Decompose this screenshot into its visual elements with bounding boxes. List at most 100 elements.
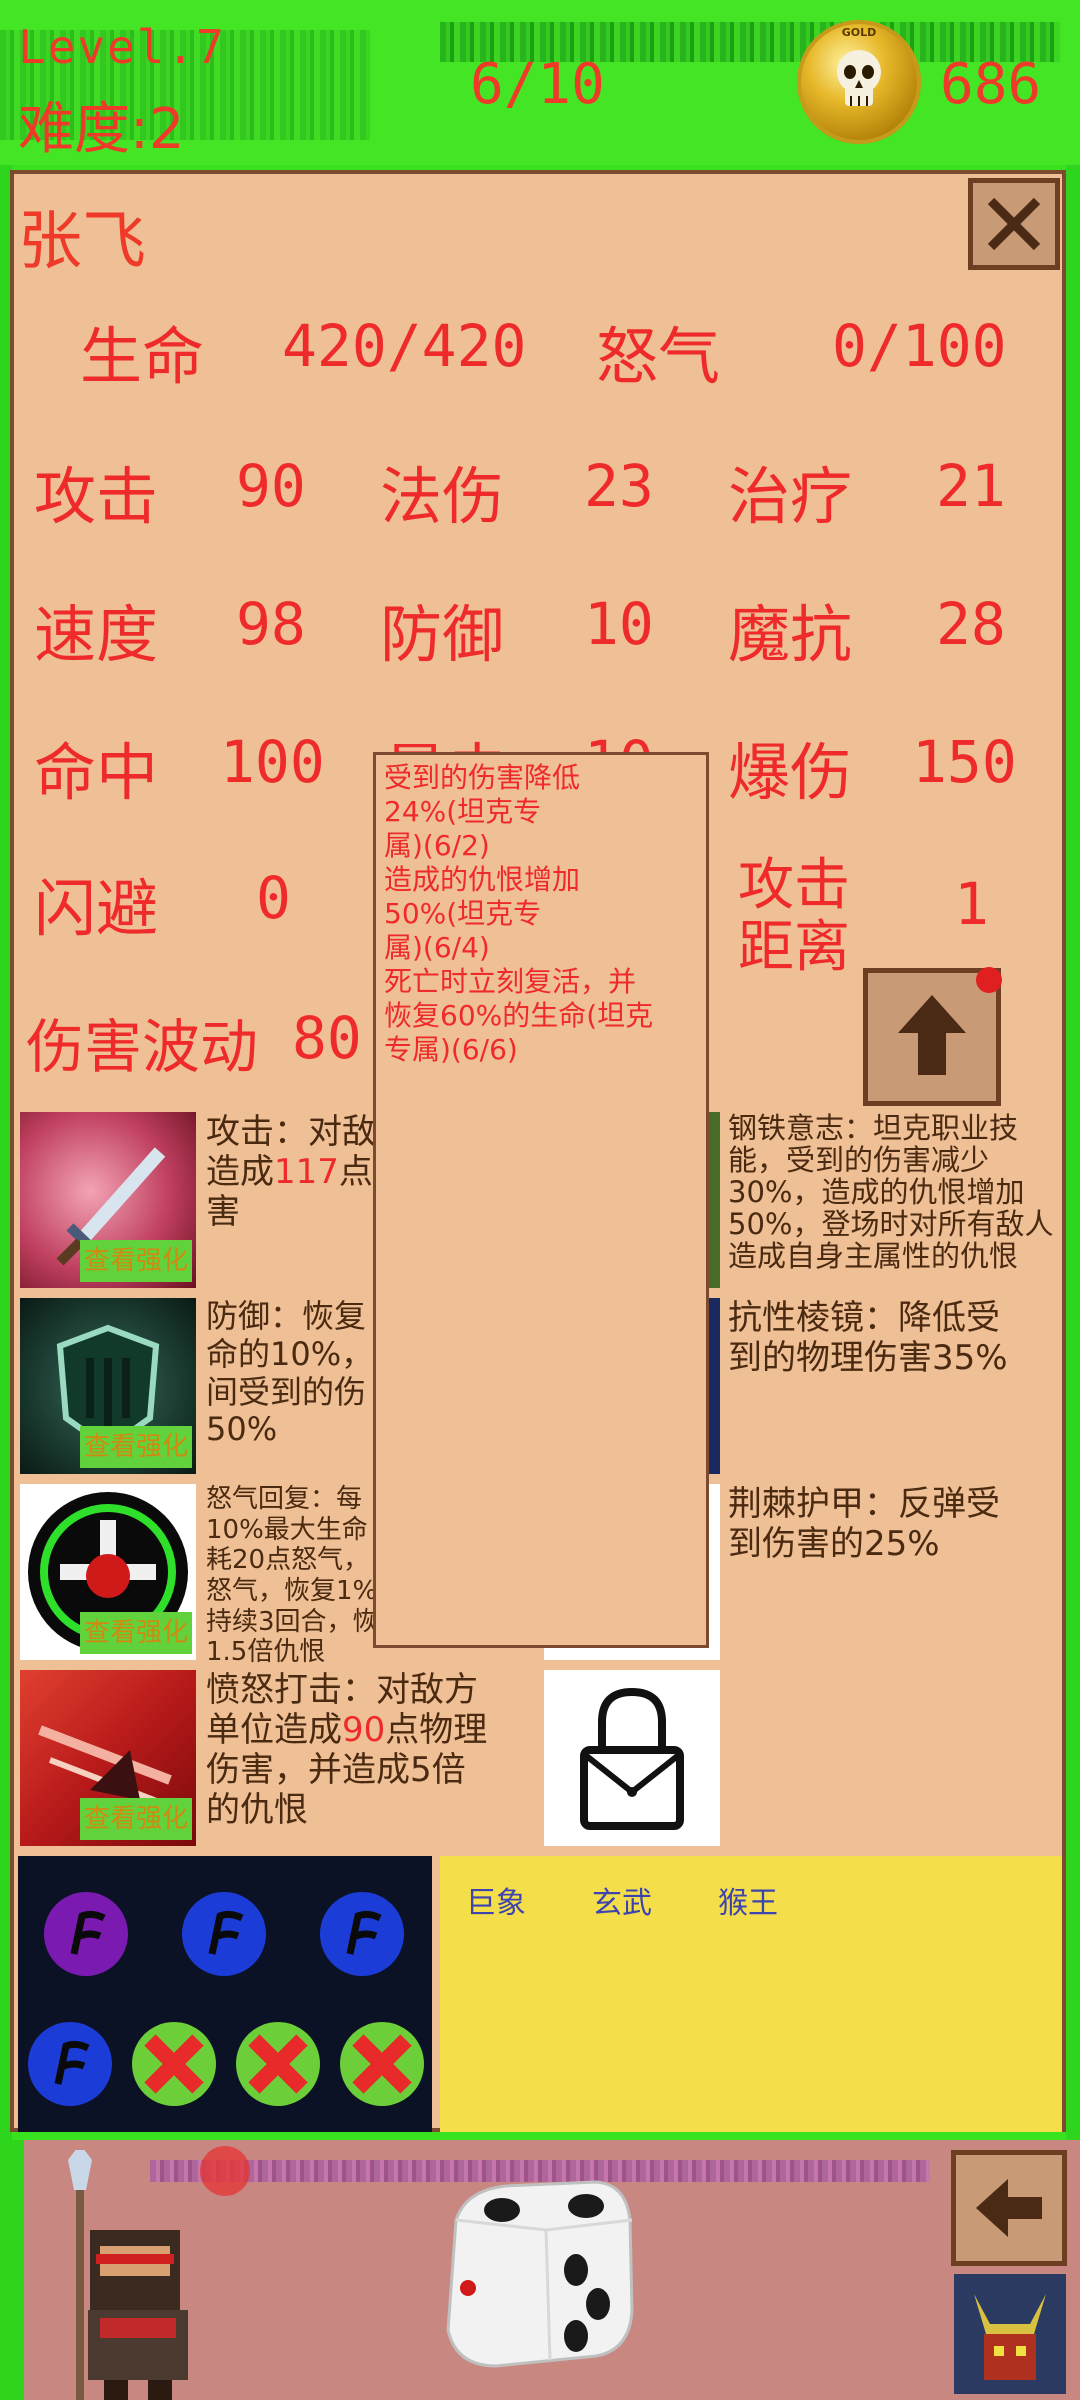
skill-rage-tile[interactable]: 查看强化: [20, 1484, 196, 1660]
hero-sprite[interactable]: [40, 2150, 210, 2400]
team-member-name[interactable]: 巨象: [466, 1878, 526, 1922]
passive-thorn-armor-desc: 荆棘护甲：反弹受 到伤害的25%: [728, 1484, 1000, 1564]
skill-text-line: 钢铁意志：坦克职业技: [728, 1111, 1019, 1145]
locked-skill-slot[interactable]: [544, 1670, 720, 1846]
heal-label: 治疗: [728, 460, 853, 533]
hit-label: 命中: [34, 736, 159, 809]
magic-label: 法伤: [380, 460, 505, 533]
dodge-value: 0: [256, 864, 291, 932]
team-bond-panel: 巨象 玄武 猴王: [440, 1856, 1062, 2132]
skill-text-line: 耗20点怒气，: [206, 1545, 370, 1576]
dice-button[interactable]: [426, 2160, 642, 2376]
rune-glyph-icon: [54, 2040, 90, 2085]
view-enhance-label: 查看强化: [80, 1240, 192, 1282]
tooltip-line: 24%(坦克专: [384, 795, 542, 828]
team-member-name[interactable]: 猴王: [718, 1878, 778, 1922]
skill-text-line: 伤害，并造成5倍: [206, 1750, 466, 1791]
arrow-up-icon: [898, 995, 966, 1075]
skull-icon: [837, 50, 881, 106]
hp-value: 420/420: [282, 312, 527, 380]
crit-damage-value: 150: [912, 728, 1017, 796]
skill-text-line: 造成自身主属性的仇恨: [728, 1239, 1019, 1273]
notification-dot: [976, 967, 1002, 993]
upgrade-button[interactable]: [863, 967, 1002, 1106]
tooltip-line: 造成的仇恨增加: [384, 863, 581, 896]
team-member-name[interactable]: 玄武: [592, 1878, 652, 1922]
skill-text-line: 10%最大生命: [206, 1514, 368, 1545]
view-enhance-label: 查看强化: [80, 1426, 192, 1468]
crit-damage-label: 爆伤: [728, 736, 853, 809]
skill-text-line: 害: [206, 1192, 240, 1233]
rune-slot-filled[interactable]: [44, 1892, 128, 1976]
skill-text-line: 防御：恢复: [206, 1297, 367, 1335]
skill-text-line: 持续3回合，恢: [206, 1606, 379, 1637]
stage-progress: 6/10: [470, 52, 605, 117]
rune-glyph-icon: [208, 1910, 244, 1955]
level-label: Level.7: [18, 20, 226, 74]
rune-slot-filled[interactable]: [182, 1892, 266, 1976]
skill-text-line: 造成117点: [206, 1152, 376, 1192]
damage-wave-value: 80: [292, 1004, 362, 1072]
skill-defense-desc: 防御：恢复 命的10%， 间受到的伤 50%: [206, 1297, 373, 1449]
skill-text-line: 能，受到的伤害减少: [728, 1143, 990, 1177]
skill-text-fragment: 造成: [206, 1152, 274, 1193]
skill-tooltip: 受到的伤害降低 24%(坦克专 属)(6/2) 造成的仇恨增加 50%(坦克专 …: [373, 752, 709, 1648]
rune-slot-filled[interactable]: [320, 1892, 404, 1976]
gold-coin-icon: GOLD: [797, 20, 921, 144]
skill-attack-desc: 攻击：对敌 造成117点 害: [206, 1112, 376, 1232]
skill-text-line: 怒气回复：每: [206, 1484, 363, 1514]
coin-text: GOLD: [841, 26, 877, 39]
rune-slot-filled[interactable]: [28, 2022, 112, 2106]
rune-slot-panel: [18, 1856, 432, 2132]
passive-iron-will-desc: 钢铁意志：坦克职业技 能，受到的伤害减少 30%，造成的仇恨增加 50%，登场时…: [728, 1112, 1053, 1272]
hit-value: 100: [220, 728, 325, 796]
skill-text-line: 30%，造成的仇恨增加: [728, 1175, 1025, 1209]
skill-text-line: 50%，登场时对所有敌人: [728, 1207, 1054, 1241]
hero-name: 张飞: [18, 205, 146, 279]
tooltip-line: 专属)(6/6): [384, 1033, 518, 1066]
hp-label: 生命: [80, 320, 205, 393]
skill-text-line: 攻击：对敌: [206, 1112, 376, 1152]
rage-label: 怒气: [596, 320, 721, 393]
frame-left: [0, 2140, 24, 2400]
skill-text-line: 1.5倍仇恨: [206, 1637, 326, 1668]
tooltip-line: 死亡时立刻复活，并: [384, 965, 637, 998]
close-icon: [987, 197, 1041, 251]
skill-damage-number: 117: [274, 1152, 339, 1193]
defense-label: 防御: [380, 598, 505, 671]
boss-portrait-icon[interactable]: [954, 2274, 1066, 2394]
dodge-label: 闪避: [34, 872, 159, 945]
skill-text-line: 的仇恨: [206, 1790, 308, 1831]
tooltip-line: 受到的伤害降低: [384, 761, 581, 794]
tooltip-line: 属)(6/4): [384, 931, 490, 964]
skill-text-line: 到伤害的25%: [728, 1524, 940, 1565]
attack-label: 攻击: [34, 460, 159, 533]
close-button[interactable]: [968, 178, 1060, 270]
range-value: 1: [954, 870, 989, 938]
skill-text-line: 荆棘护甲：反弹受: [728, 1484, 1000, 1524]
skill-text-line: 到的物理伤害35%: [728, 1338, 1008, 1379]
skill-text-line: 单位造成90点物理: [206, 1710, 487, 1750]
attack-value: 90: [236, 452, 306, 520]
rage-value: 0/100: [832, 312, 1007, 380]
skill-fury-strike-desc: 愤怒打击：对敌方 单位造成90点物理 伤害，并造成5倍 的仇恨: [206, 1670, 487, 1830]
defense-value: 10: [584, 590, 654, 658]
rune-slot-empty[interactable]: [340, 2022, 424, 2106]
resist-label: 魔抗: [728, 598, 853, 671]
x-mark-icon: [144, 2034, 204, 2094]
speed-label: 速度: [34, 598, 159, 671]
back-button[interactable]: [951, 2150, 1067, 2266]
arrow-left-icon: [976, 2179, 1042, 2237]
tooltip-line: 属)(6/2): [384, 829, 490, 862]
damage-wave-label: 伤害波动: [26, 1013, 259, 1081]
range-label-line2: 距离: [738, 915, 850, 980]
skill-damage-number: 90: [342, 1710, 386, 1751]
skill-fury-strike-tile[interactable]: 查看强化: [20, 1670, 196, 1846]
frame-right: [1066, 165, 1080, 2140]
difficulty-label: 难度:2: [18, 97, 185, 162]
skill-attack-tile[interactable]: 查看强化: [20, 1112, 196, 1288]
rune-slot-empty[interactable]: [236, 2022, 320, 2106]
skill-defense-tile[interactable]: 查看强化: [20, 1298, 196, 1474]
rune-slot-empty[interactable]: [132, 2022, 216, 2106]
skill-text-fragment: 点: [338, 1152, 373, 1193]
